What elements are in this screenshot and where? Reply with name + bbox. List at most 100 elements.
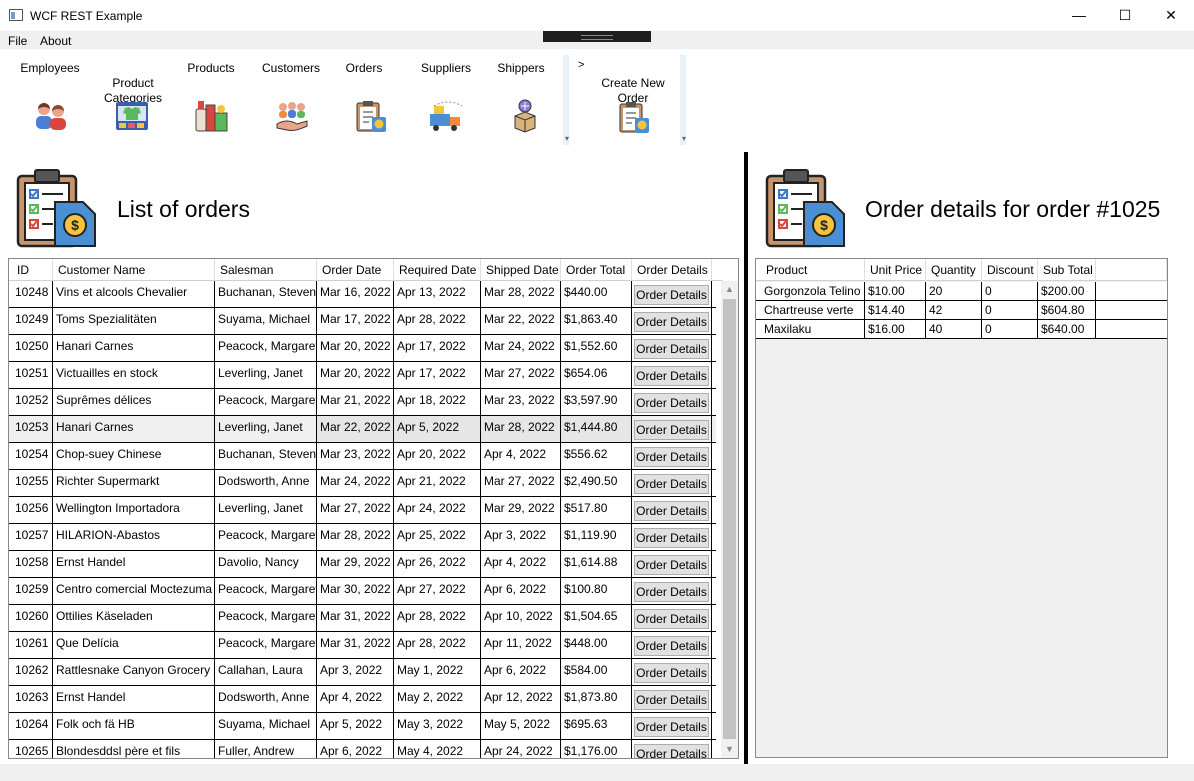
column-header-product[interactable]: Product — [761, 259, 865, 281]
column-header-customer-name[interactable]: Customer Name — [53, 259, 215, 281]
order-row[interactable]: 10251 Victuailles en stock Leverling, Jane… — [9, 362, 716, 389]
cell-shipped-date: Apr 6, 2022 — [481, 578, 561, 604]
close-button[interactable]: ✕ — [1148, 0, 1194, 31]
order-details-button[interactable]: Order Details — [634, 312, 709, 332]
cell-shipped-date: Apr 3, 2022 — [481, 524, 561, 550]
order-row[interactable]: 10265 Blondesddsl père et fils Fuller, And… — [9, 740, 716, 758]
menu-about[interactable]: About — [40, 34, 71, 48]
ribbon-employees-button[interactable]: Employees — [12, 61, 88, 76]
column-header-order-total[interactable]: Order Total — [561, 259, 632, 281]
ribbon-group-scroll-icon[interactable]: ▾ — [682, 134, 686, 143]
orders-grid[interactable]: ID Customer Name Salesman Order Date Require… — [8, 258, 739, 759]
order-row[interactable]: 10252 Suprêmes délices Peacock, Margaret Ma… — [9, 389, 716, 416]
cell-order-total: $1,119.90 — [561, 524, 632, 550]
cell-order-details: Order Details — [632, 335, 712, 361]
order-details-button[interactable]: Order Details — [634, 690, 709, 710]
ribbon-suppliers-button[interactable]: Suppliers — [410, 61, 482, 76]
order-details-grid[interactable]: Product Unit Price Quantity Discount Sub Tot… — [755, 258, 1168, 758]
cell-unit-price: $10.00 — [865, 282, 926, 300]
order-row[interactable]: 10259 Centro comercial Moctezuma Peacock, … — [9, 578, 716, 605]
order-row[interactable]: 10248 Vins et alcools Chevalier Buchanan, … — [9, 281, 716, 308]
order-detail-row[interactable]: Chartreuse verte $14.40 42 0 $604.80 — [756, 301, 1167, 320]
order-details-button[interactable]: Order Details — [634, 285, 709, 305]
column-header-salesman[interactable]: Salesman — [215, 259, 317, 281]
order-details-button[interactable]: Order Details — [634, 501, 709, 521]
column-header-unit-price[interactable]: Unit Price — [865, 259, 926, 281]
cell-salesman: Peacock, Margaret — [215, 632, 317, 658]
order-details-button[interactable]: Order Details — [634, 339, 709, 359]
order-row[interactable]: 10257 HILARION-Abastos Peacock, Margaret Ma… — [9, 524, 716, 551]
order-row[interactable]: 10250 Hanari Carnes Peacock, Margaret Mar 2… — [9, 335, 716, 362]
cell-required-date: May 4, 2022 — [394, 740, 481, 758]
ribbon-customers-label: Customers — [261, 61, 320, 75]
order-row[interactable]: 10263 Ernst Handel Dodsworth, Anne Apr 4, 2… — [9, 686, 716, 713]
column-header-sub-total[interactable]: Sub Total — [1038, 259, 1096, 281]
order-row[interactable]: 10249 Toms Spezialitäten Suyama, Michael Ma… — [9, 308, 716, 335]
scroll-down-icon[interactable]: ▼ — [721, 741, 738, 758]
order-details-button[interactable]: Order Details — [634, 447, 709, 467]
panel-splitter[interactable] — [744, 152, 748, 764]
cell-required-date: Apr 18, 2022 — [394, 389, 481, 415]
column-header-quantity[interactable]: Quantity — [926, 259, 982, 281]
order-row[interactable]: 10264 Folk och fä HB Suyama, Michael Apr 5,… — [9, 713, 716, 740]
order-details-button[interactable]: Order Details — [634, 663, 709, 683]
customers-icon — [276, 102, 308, 131]
cell-required-date: Apr 13, 2022 — [394, 281, 481, 307]
maximize-button[interactable]: ☐ — [1102, 0, 1148, 31]
order-details-button[interactable]: Order Details — [634, 636, 709, 656]
order-details-button[interactable]: Order Details — [634, 609, 709, 629]
ribbon-overflow-arrow[interactable]: > — [578, 59, 584, 71]
cell-salesman: Suyama, Michael — [215, 713, 317, 739]
order-details-button[interactable]: Order Details — [634, 717, 709, 737]
cell-shipped-date: Mar 24, 2022 — [481, 335, 561, 361]
ribbon-group-scroll-icon[interactable]: ▾ — [565, 134, 569, 143]
cell-shipped-date: Apr 12, 2022 — [481, 686, 561, 712]
cell-order-date: Mar 17, 2022 — [317, 308, 394, 334]
column-header-id[interactable]: ID — [12, 259, 53, 281]
order-details-button[interactable]: Order Details — [634, 555, 709, 575]
menu-file[interactable]: File — [8, 34, 27, 48]
cell-shipped-date: Apr 24, 2022 — [481, 740, 561, 758]
ribbon-grip[interactable] — [543, 31, 651, 42]
cell-unit-price: $16.00 — [865, 320, 926, 338]
ribbon-shippers-button[interactable]: Shippers — [490, 61, 552, 76]
cell-customer-name: Victuailles en stock — [53, 362, 215, 388]
order-row[interactable]: 10254 Chop-suey Chinese Buchanan, Steven Ma… — [9, 443, 716, 470]
cell-order-total: $448.00 — [561, 632, 632, 658]
ribbon-orders-button[interactable]: Orders — [333, 61, 395, 76]
cell-id: 10260 — [12, 605, 53, 631]
column-header-order-date[interactable]: Order Date — [317, 259, 394, 281]
order-row[interactable]: 10260 Ottilies Käseladen Peacock, Margaret… — [9, 605, 716, 632]
scroll-up-icon[interactable]: ▲ — [721, 281, 738, 298]
cell-order-date: Apr 3, 2022 — [317, 659, 394, 685]
order-details-button[interactable]: Order Details — [634, 366, 709, 386]
column-header-required-date[interactable]: Required Date — [394, 259, 481, 281]
ribbon-customers-button[interactable]: Customers — [255, 61, 327, 76]
minimize-button[interactable]: — — [1056, 0, 1102, 31]
order-row[interactable]: 10253 Hanari Carnes Leverling, Janet Mar 22… — [9, 416, 716, 443]
scroll-thumb[interactable] — [723, 299, 736, 739]
cell-required-date: Apr 17, 2022 — [394, 362, 481, 388]
order-details-button[interactable]: Order Details — [634, 528, 709, 548]
cell-order-total: $3,597.90 — [561, 389, 632, 415]
order-row[interactable]: 10255 Richter Supermarkt Dodsworth, Anne Ma… — [9, 470, 716, 497]
cell-customer-name: Folk och fä HB — [53, 713, 215, 739]
order-row[interactable]: 10256 Wellington Importadora Leverling, Ja… — [9, 497, 716, 524]
order-details-button[interactable]: Order Details — [634, 420, 709, 440]
column-header-order-details[interactable]: Order Details — [632, 259, 712, 281]
ribbon-separator — [563, 55, 569, 145]
order-details-button[interactable]: Order Details — [634, 393, 709, 413]
orders-vertical-scrollbar[interactable]: ▲ ▼ — [721, 281, 738, 758]
order-details-button[interactable]: Order Details — [634, 582, 709, 602]
order-detail-row[interactable]: Maxilaku $16.00 40 0 $640.00 — [756, 320, 1167, 339]
ribbon-products-button[interactable]: Products — [176, 61, 246, 76]
order-row[interactable]: 10258 Ernst Handel Davolio, Nancy Mar 29, 2… — [9, 551, 716, 578]
order-row[interactable]: 10262 Rattlesnake Canyon Grocery Callahan,… — [9, 659, 716, 686]
order-detail-row[interactable]: Gorgonzola Telino $10.00 20 0 $200.00 — [756, 282, 1167, 301]
column-header-discount[interactable]: Discount — [982, 259, 1038, 281]
cell-id: 10250 — [12, 335, 53, 361]
order-details-button[interactable]: Order Details — [634, 744, 709, 758]
column-header-shipped-date[interactable]: Shipped Date — [481, 259, 561, 281]
order-details-button[interactable]: Order Details — [634, 474, 709, 494]
order-row[interactable]: 10261 Que Delícia Peacock, Margaret Mar 31,… — [9, 632, 716, 659]
